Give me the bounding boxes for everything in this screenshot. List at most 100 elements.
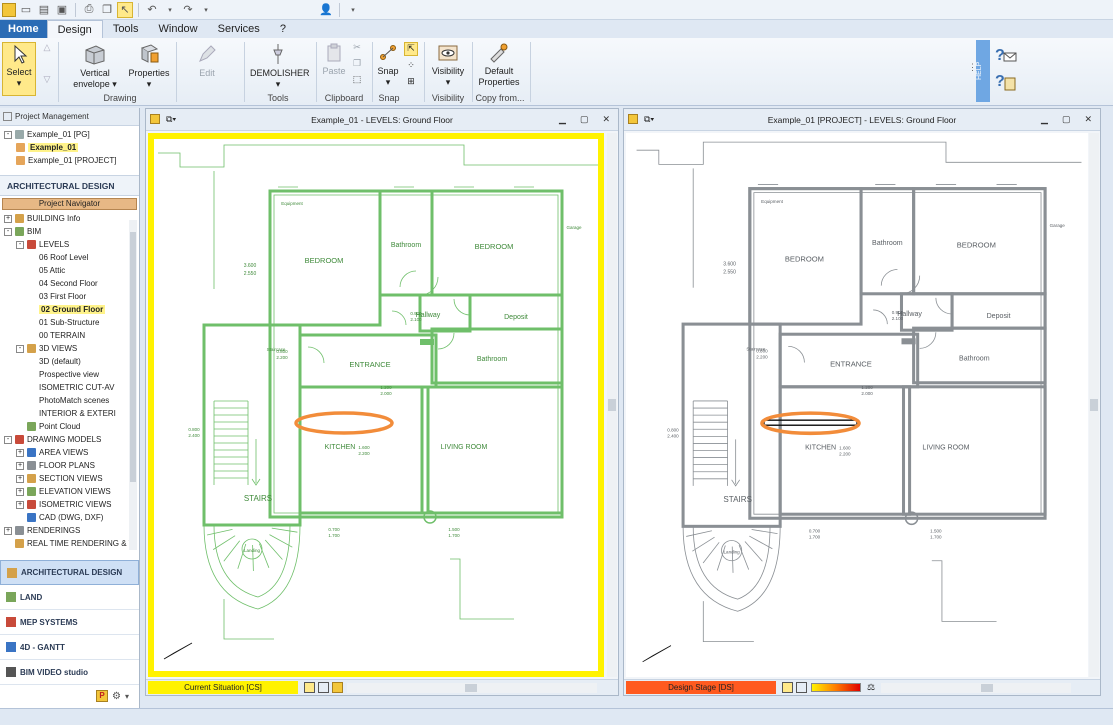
help-tab[interactable]: HELP bbox=[976, 40, 990, 102]
collapse-icon[interactable]: - bbox=[16, 344, 24, 353]
paste-button[interactable]: Paste bbox=[320, 42, 348, 77]
tree-item[interactable]: 05 Attic bbox=[4, 264, 139, 277]
tree-item[interactable]: Prospective view bbox=[4, 368, 139, 381]
layout-icon[interactable] bbox=[304, 682, 315, 693]
tree-item[interactable]: + AREA VIEWS bbox=[4, 446, 139, 459]
minimize-icon[interactable]: ▁ bbox=[559, 114, 566, 125]
snap-grid-toggle[interactable]: ⁘ bbox=[404, 60, 418, 71]
tree-item[interactable]: - DRAWING MODELS bbox=[4, 433, 139, 446]
level-down-button[interactable]: ▽ bbox=[40, 74, 54, 85]
print-icon[interactable]: ⎙ bbox=[81, 2, 97, 18]
snap-mode-toggle[interactable]: ⇱ bbox=[404, 42, 418, 56]
expand-modules-icon[interactable]: ▾ bbox=[125, 692, 129, 701]
select-button[interactable]: Select ▾ bbox=[2, 42, 36, 96]
demolisher-button[interactable]: DEMOLISHER ▾ bbox=[250, 42, 310, 90]
module-architectural-design[interactable]: ARCHITECTURAL DESIGN bbox=[0, 560, 139, 585]
snap-button[interactable]: Snap ▾ bbox=[374, 42, 402, 88]
layout-icon[interactable] bbox=[782, 682, 793, 693]
customize-toolbar-icon[interactable]: ▾ bbox=[345, 2, 361, 18]
vertical-scroll-thumb[interactable] bbox=[1090, 399, 1098, 411]
tree-item[interactable]: 04 Second Floor bbox=[4, 277, 139, 290]
open-file-icon[interactable]: ▤ bbox=[36, 2, 52, 18]
edit-button[interactable]: Edit bbox=[186, 42, 228, 79]
tree-item[interactable]: CAD (DWG, DXF) bbox=[4, 511, 139, 524]
horizontal-scrollbar[interactable] bbox=[347, 682, 597, 693]
horizontal-scroll-thumb[interactable] bbox=[981, 683, 994, 692]
user-icon[interactable]: 👤 bbox=[318, 2, 334, 18]
drawing-canvas[interactable]: BEDROOM Bathroom BEDROOM Hallway Deposit ENTR… bbox=[148, 133, 604, 677]
collapse-icon[interactable]: - bbox=[4, 130, 12, 139]
minimize-icon[interactable]: ▁ bbox=[1041, 114, 1048, 125]
module-bim-video-studio[interactable]: BIM VIDEO studio bbox=[0, 660, 139, 685]
collapse-icon[interactable]: - bbox=[16, 240, 24, 249]
tree-item[interactable]: - LEVELS bbox=[4, 238, 139, 251]
copy-properties-button[interactable]: ⬚ bbox=[350, 74, 364, 85]
module-4d-gantt[interactable]: 4D - GANTT bbox=[0, 635, 139, 660]
close-icon[interactable]: ✕ bbox=[1084, 114, 1092, 125]
collapse-icon[interactable]: - bbox=[4, 435, 12, 444]
stage-color-slider[interactable] bbox=[811, 683, 861, 692]
redo-icon[interactable]: ↷ bbox=[180, 2, 196, 18]
vertical-scroll-thumb[interactable] bbox=[608, 399, 616, 411]
balance-icon[interactable]: ⚖ bbox=[867, 682, 875, 693]
tree-item[interactable]: 00 TERRAIN bbox=[4, 329, 139, 342]
help-contact-button[interactable]: ? bbox=[994, 44, 1018, 66]
table-icon[interactable] bbox=[796, 682, 807, 693]
module-land[interactable]: LAND bbox=[0, 585, 139, 610]
tree-item[interactable]: + FLOOR PLANS bbox=[4, 459, 139, 472]
dropdown-icon[interactable]: ▾ bbox=[162, 2, 178, 18]
cut-button[interactable]: ✂ bbox=[350, 42, 364, 53]
expand-icon[interactable]: + bbox=[16, 474, 24, 483]
tree-item[interactable]: Example_01 [PROJECT] bbox=[4, 154, 135, 167]
tree-item[interactable]: - 3D VIEWS bbox=[4, 342, 139, 355]
tree-item[interactable]: 3D (default) bbox=[4, 355, 139, 368]
expand-icon[interactable]: + bbox=[16, 487, 24, 496]
lock-icon[interactable] bbox=[332, 682, 343, 693]
close-icon[interactable]: ✕ bbox=[602, 114, 610, 125]
tree-scrollbar[interactable] bbox=[129, 220, 137, 550]
settings-icon[interactable]: ⚙ bbox=[112, 691, 121, 702]
tree-item[interactable]: + ELEVATION VIEWS bbox=[4, 485, 139, 498]
module-mep-systems[interactable]: MEP SYSTEMS bbox=[0, 610, 139, 635]
tree-item[interactable]: - BIM bbox=[4, 225, 139, 238]
undo-icon[interactable]: ↶ bbox=[144, 2, 160, 18]
stage-badge-current-situation[interactable]: Current Situation [CS] bbox=[148, 681, 298, 694]
app-menu-icon[interactable] bbox=[2, 2, 16, 17]
tree-item[interactable]: + BUILDING Info bbox=[4, 212, 139, 225]
dropdown-icon[interactable]: ▾ bbox=[198, 2, 214, 18]
pointer-icon[interactable]: ↖ bbox=[117, 1, 133, 18]
horizontal-scrollbar[interactable] bbox=[881, 682, 1072, 693]
vertical-envelope-button[interactable]: Vertical envelope ▾ bbox=[66, 42, 124, 90]
properties-button[interactable]: Properties ▾ bbox=[126, 42, 172, 90]
horizontal-scroll-thumb[interactable] bbox=[465, 683, 477, 692]
tree-item[interactable]: - Example_01 [PG] bbox=[4, 128, 135, 141]
level-up-button[interactable]: △ bbox=[40, 42, 54, 53]
collapse-icon[interactable]: - bbox=[4, 227, 12, 236]
maximize-icon[interactable]: ▢ bbox=[580, 114, 589, 125]
expand-icon[interactable]: + bbox=[16, 461, 24, 470]
vertical-scrollbar[interactable] bbox=[1089, 133, 1099, 677]
project-navigator-button[interactable]: Project Navigator bbox=[2, 198, 137, 210]
tab-window[interactable]: Window bbox=[149, 20, 208, 38]
copy-button[interactable]: ❐ bbox=[350, 58, 364, 69]
tab-help[interactable]: ? bbox=[270, 20, 296, 38]
tree-item[interactable]: + SECTION VIEWS bbox=[4, 472, 139, 485]
expand-icon[interactable]: + bbox=[16, 500, 24, 509]
tree-item[interactable]: ISOMETRIC CUT-AV bbox=[4, 381, 139, 394]
stage-badge-design-stage[interactable]: Design Stage [DS] bbox=[626, 681, 776, 694]
tree-item[interactable]: 03 First Floor bbox=[4, 290, 139, 303]
tab-home[interactable]: Home bbox=[0, 20, 47, 38]
default-properties-button[interactable]: Default Properties bbox=[476, 42, 522, 88]
drawing-canvas[interactable]: BEDROOM Bathroom BEDROOM Hallway Deposit ENTR… bbox=[626, 133, 1088, 677]
tree-item[interactable]: 02 Ground Floor bbox=[4, 303, 139, 316]
vertical-scrollbar[interactable] bbox=[607, 133, 617, 677]
plugin-icon[interactable]: P bbox=[96, 690, 109, 702]
snap-ortho-toggle[interactable]: ⊞ bbox=[404, 76, 418, 87]
tab-design[interactable]: Design bbox=[46, 20, 103, 38]
tree-item[interactable]: Point Cloud bbox=[4, 420, 139, 433]
tree-item[interactable]: Example_01 bbox=[4, 141, 135, 154]
new-file-icon[interactable]: ▭ bbox=[18, 2, 34, 18]
expand-icon[interactable]: + bbox=[4, 214, 12, 223]
tree-item[interactable]: PhotoMatch scenes bbox=[4, 394, 139, 407]
tree-item[interactable]: INTERIOR & EXTERI bbox=[4, 407, 139, 420]
